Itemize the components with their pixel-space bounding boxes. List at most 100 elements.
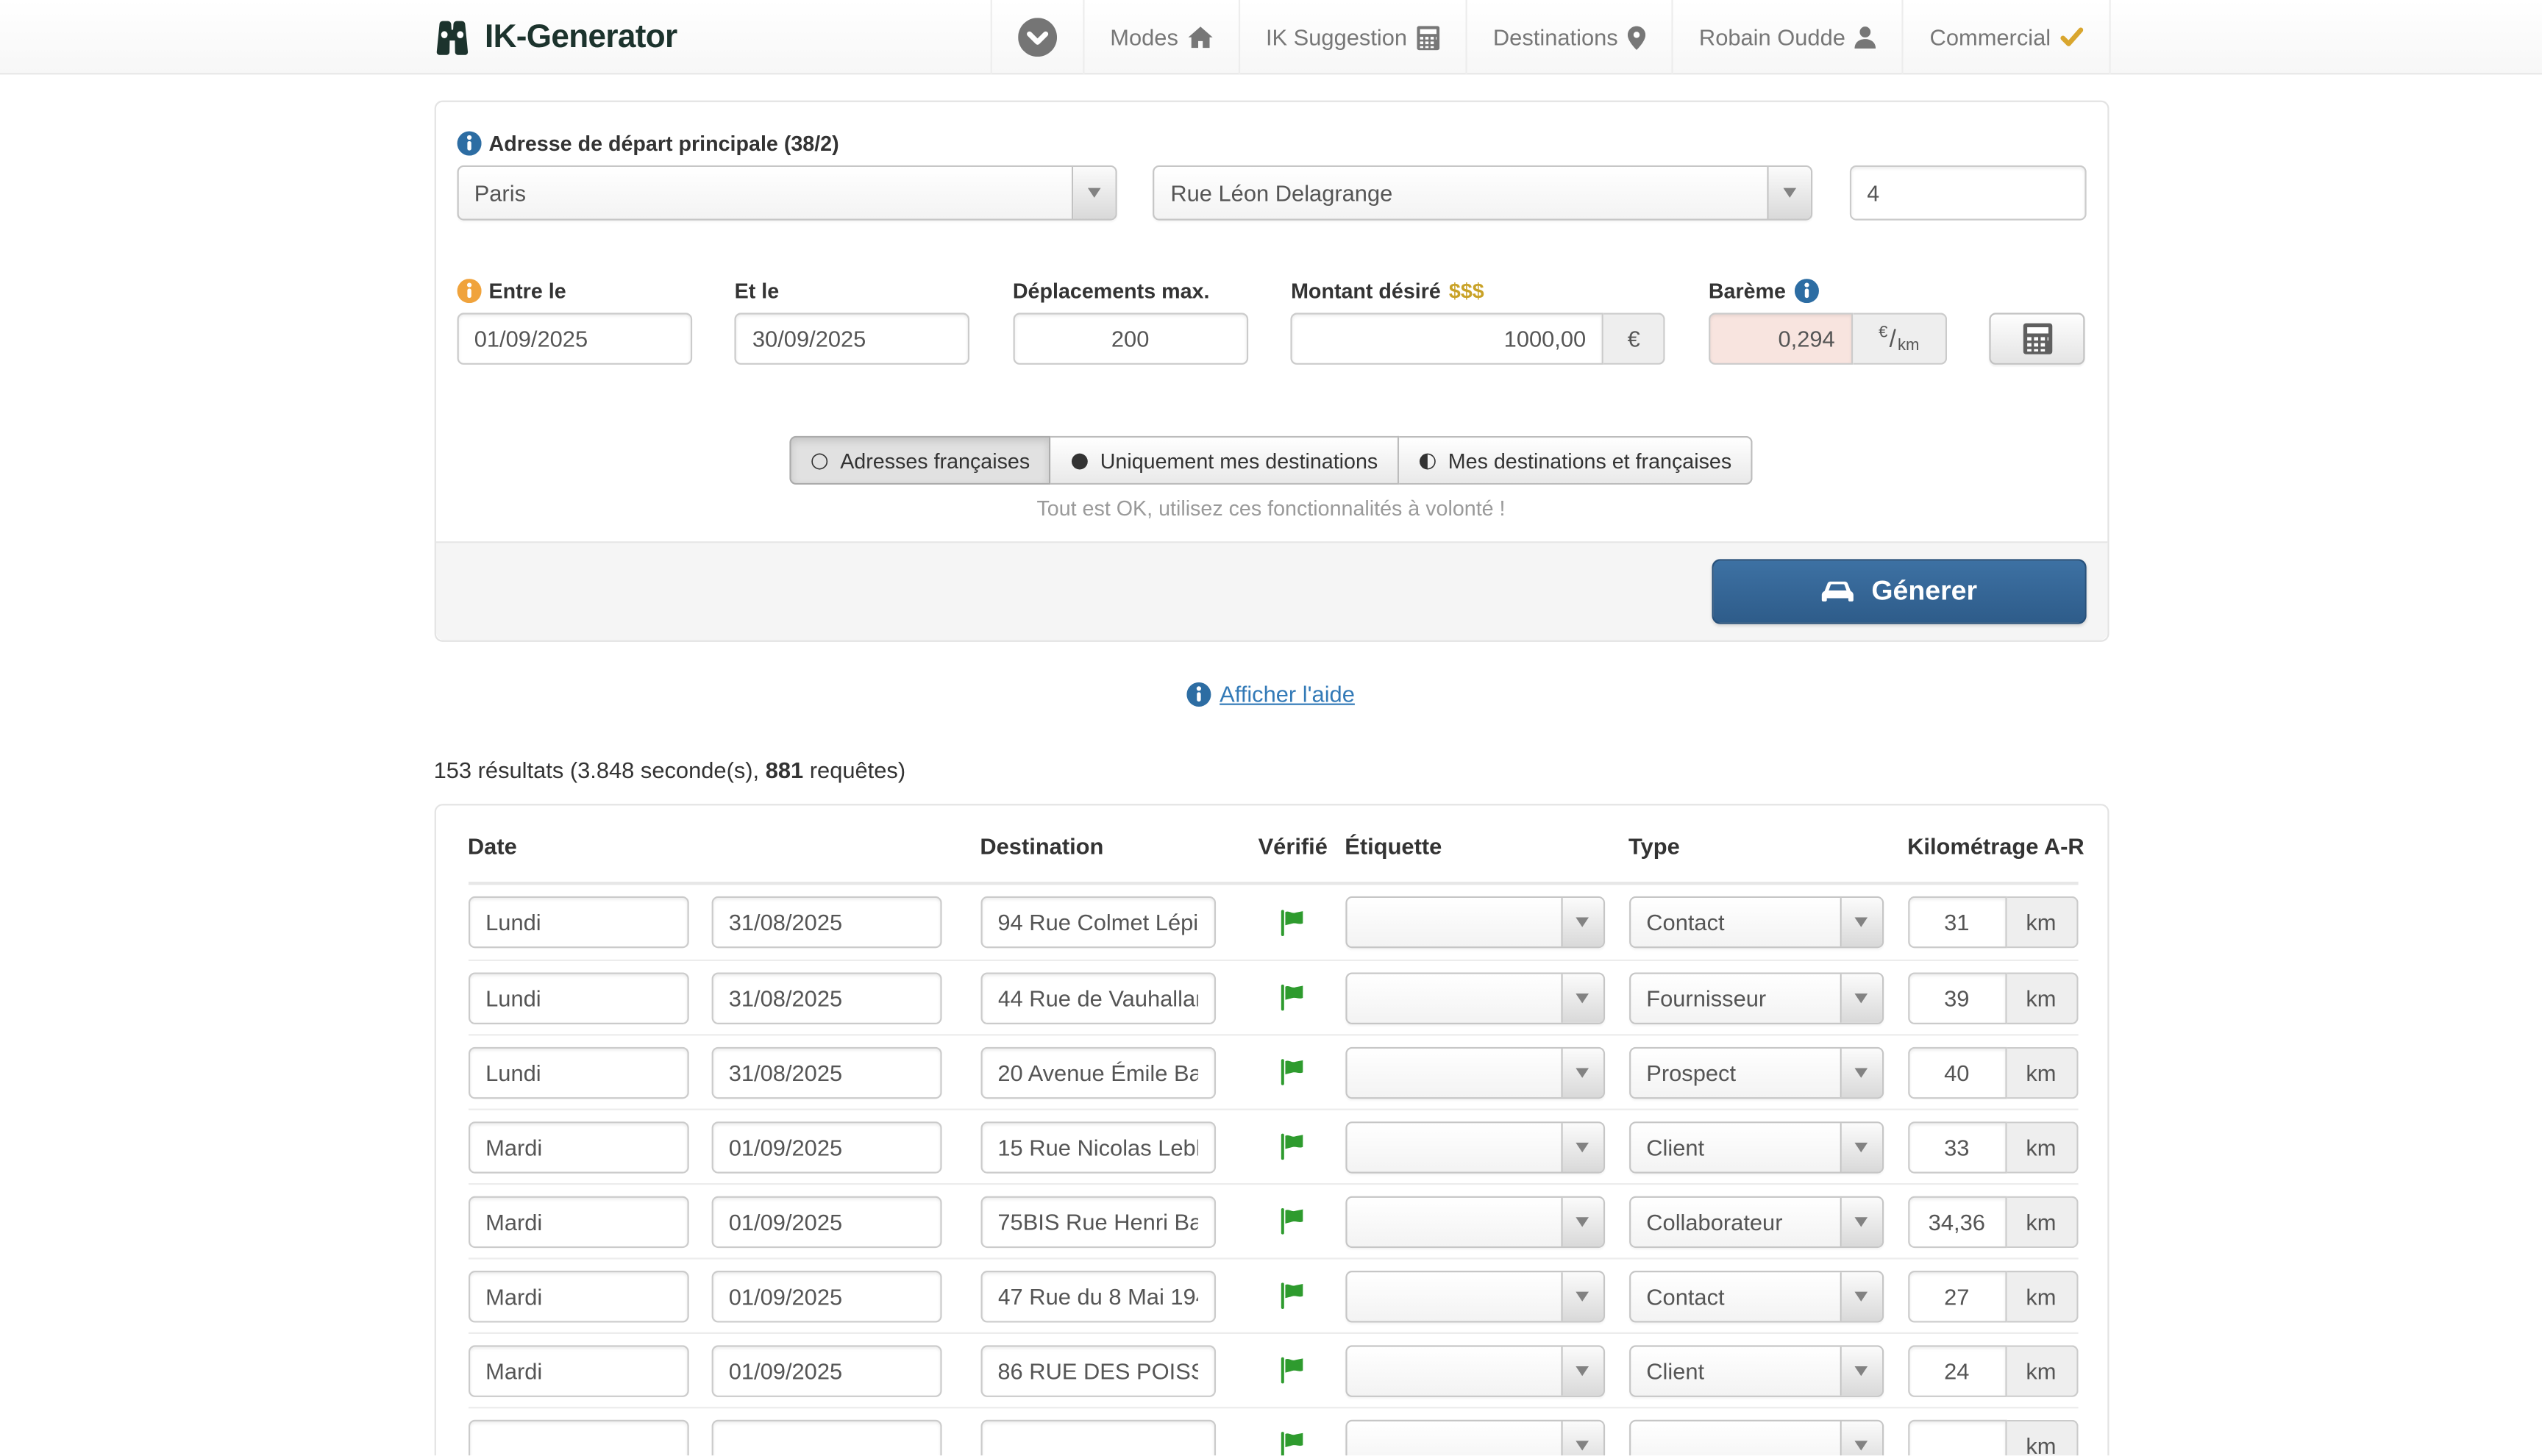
row-type-select[interactable]: Client	[1628, 1344, 1883, 1396]
option-my-destinations[interactable]: ● Uniquement mes destinations	[1051, 436, 1399, 485]
info-icon-orange[interactable]	[456, 279, 480, 303]
row-type-select[interactable]: Prospect	[1628, 1046, 1883, 1099]
row-date-input[interactable]	[711, 1046, 941, 1099]
option-my-and-french[interactable]: ◐ Mes destinations et françaises	[1399, 436, 1753, 485]
km-unit-addon: km	[2007, 1419, 2078, 1456]
date-from-input[interactable]	[456, 313, 691, 365]
verified-cell	[1241, 1282, 1345, 1309]
generate-button[interactable]: Génerer	[1711, 559, 2085, 624]
row-destination-input[interactable]	[980, 1196, 1215, 1248]
row-km-input[interactable]	[1907, 1046, 2006, 1099]
chevron-down-icon	[1840, 898, 1881, 946]
row-mileage-group: km	[1907, 1344, 2077, 1396]
row-etiquette-select[interactable]	[1345, 971, 1604, 1024]
max-trips-label: Déplacements max.	[1013, 279, 1248, 303]
row-km-input[interactable]	[1907, 1270, 2006, 1322]
row-destination-input[interactable]	[980, 1121, 1215, 1173]
show-help-link[interactable]: Afficher l'aide	[1220, 681, 1355, 707]
verified-cell	[1241, 1058, 1345, 1085]
row-date-input[interactable]	[711, 1270, 941, 1322]
row-etiquette-select[interactable]	[1345, 1121, 1604, 1173]
nav-item-commercial[interactable]: Commercial	[1902, 0, 2111, 74]
desired-amount-input[interactable]	[1291, 313, 1603, 365]
results-summary: 153 résultats (3.848 seconde(s), 881 req…	[434, 757, 2109, 782]
chevron-down-icon	[1560, 1421, 1602, 1456]
chevron-down-icon	[1840, 1421, 1881, 1456]
row-destination-input[interactable]	[980, 1344, 1215, 1396]
row-etiquette-select[interactable]	[1345, 1270, 1604, 1322]
row-day-input[interactable]	[468, 1270, 688, 1322]
row-etiquette-select[interactable]	[1345, 1196, 1604, 1248]
row-etiquette-select[interactable]	[1345, 1046, 1604, 1099]
circle-filled-icon: ●	[1070, 450, 1089, 471]
row-type-select[interactable]: Client	[1628, 1121, 1883, 1173]
row-type-select[interactable]: Fournisseur	[1628, 971, 1883, 1024]
row-day-input[interactable]	[468, 896, 688, 949]
option-french-addresses[interactable]: ○ Adresses françaises	[789, 436, 1051, 485]
row-day-input[interactable]	[468, 1344, 688, 1396]
calculator-icon	[1417, 25, 1439, 49]
row-destination-input[interactable]	[980, 1419, 1215, 1456]
row-day-input[interactable]	[468, 971, 688, 1024]
date-to-input[interactable]	[735, 313, 970, 365]
row-km-input[interactable]	[1907, 896, 2006, 949]
calculator-button[interactable]	[1990, 313, 2085, 365]
row-etiquette-select[interactable]	[1345, 1419, 1604, 1456]
chevron-down-icon	[1840, 974, 1881, 1022]
help-row: Afficher l'aide	[434, 681, 2109, 707]
row-km-input[interactable]	[1907, 1196, 2006, 1248]
info-icon	[1187, 682, 1211, 706]
verified-cell	[1241, 1207, 1345, 1235]
brand[interactable]: IK-Generator	[431, 0, 677, 74]
row-date-input[interactable]	[711, 1344, 941, 1396]
row-day-input[interactable]	[468, 1196, 688, 1248]
row-mileage-group: km	[1907, 896, 2077, 949]
rate-label: Barème	[1709, 279, 1947, 303]
euro-per-km-addon: €/km	[1853, 313, 1947, 365]
circle-half-icon: ◐	[1418, 450, 1436, 471]
row-date-input[interactable]	[711, 1419, 941, 1456]
nav-item-ik-suggestion[interactable]: IK Suggestion	[1238, 0, 1465, 74]
row-etiquette-select[interactable]	[1345, 1344, 1604, 1396]
row-day-input[interactable]	[468, 1121, 688, 1173]
nav-item-user[interactable]: Robain Oudde	[1671, 0, 1902, 74]
header-mileage: Kilométrage A-R	[1907, 833, 2077, 859]
row-date-input[interactable]	[711, 1121, 941, 1173]
row-destination-input[interactable]	[980, 896, 1215, 949]
verified-cell	[1241, 1133, 1345, 1160]
row-mileage-group: km	[1907, 1121, 2077, 1173]
nav-item-destinations[interactable]: Destinations	[1465, 0, 1671, 74]
row-day-input[interactable]	[468, 1419, 688, 1456]
info-icon[interactable]	[1794, 279, 1818, 303]
chevron-down-circle-icon	[1018, 18, 1057, 57]
request-count: 881	[766, 757, 803, 782]
row-type-select[interactable]: Contact	[1628, 896, 1883, 949]
row-destination-input[interactable]	[980, 1270, 1215, 1322]
row-km-input[interactable]	[1907, 971, 2006, 1024]
row-mileage-group: km	[1907, 1419, 2077, 1456]
nav-item-collapse[interactable]	[990, 0, 1083, 74]
row-type-select[interactable]: Contact	[1628, 1270, 1883, 1322]
row-km-input[interactable]	[1907, 1344, 2006, 1396]
row-day-input[interactable]	[468, 1046, 688, 1099]
row-type-select[interactable]	[1628, 1419, 1883, 1456]
street-select[interactable]: Rue Léon Delagrange	[1153, 165, 1812, 221]
row-destination-input[interactable]	[980, 971, 1215, 1024]
chevron-down-icon	[1560, 1048, 1602, 1096]
row-etiquette-select[interactable]	[1345, 896, 1604, 949]
row-km-input[interactable]	[1907, 1121, 2006, 1173]
info-icon[interactable]	[456, 132, 480, 156]
row-km-input[interactable]	[1907, 1419, 2006, 1456]
row-date-input[interactable]	[711, 971, 941, 1024]
nav-item-modes[interactable]: Modes	[1083, 0, 1239, 74]
nav-menu: Modes IK Suggestion	[990, 0, 2111, 74]
city-select[interactable]: Paris	[456, 165, 1116, 221]
rate-input[interactable]	[1709, 313, 1853, 365]
row-date-input[interactable]	[711, 896, 941, 949]
max-trips-input[interactable]	[1013, 313, 1248, 365]
row-date-input[interactable]	[711, 1196, 941, 1248]
street-number-input[interactable]	[1849, 165, 2086, 221]
verified-cell	[1241, 984, 1345, 1011]
row-destination-input[interactable]	[980, 1046, 1215, 1099]
row-type-select[interactable]: Collaborateur	[1628, 1196, 1883, 1248]
